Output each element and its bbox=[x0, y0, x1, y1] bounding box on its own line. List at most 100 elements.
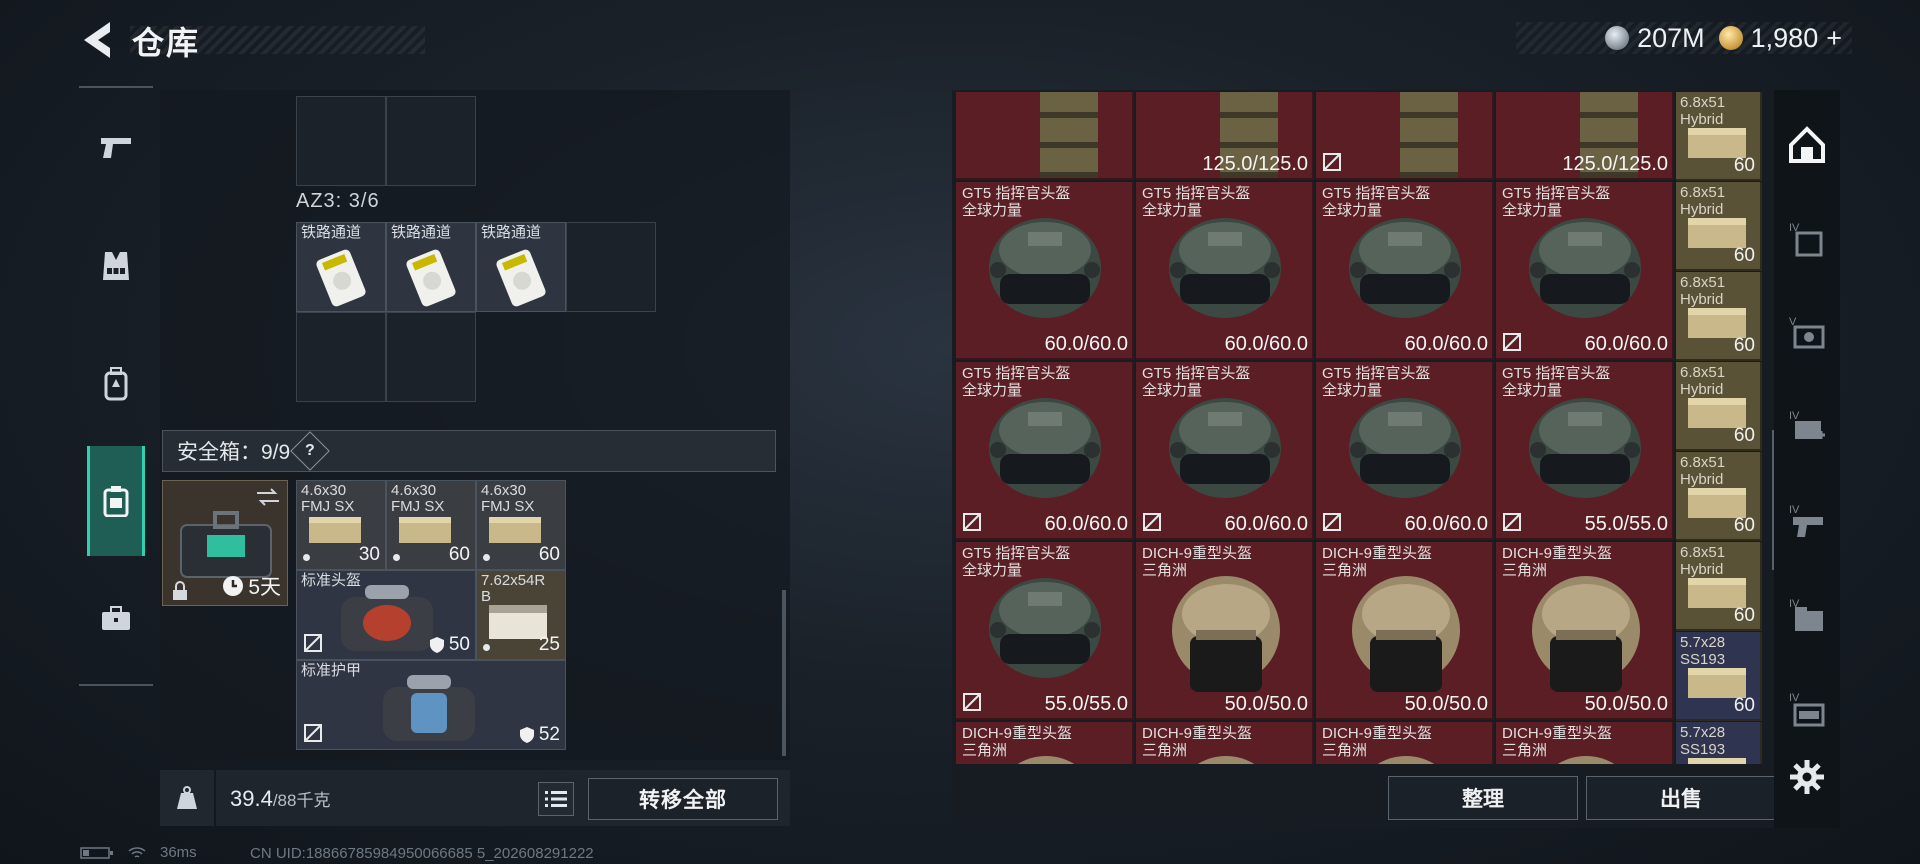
stash-item-gt5-helmet[interactable]: GT5 指挥官头盔 全球力量 60.0/60.0 bbox=[1316, 182, 1494, 360]
stash-item-gt5-helmet[interactable]: GT5 指挥官头盔 全球力量 60.0/60.0 bbox=[1316, 362, 1494, 540]
stash-item-gt5-helmet[interactable]: GT5 指挥官头盔 全球力量 55.0/55.0 bbox=[956, 542, 1134, 720]
nav-safebox[interactable] bbox=[87, 446, 145, 556]
empty-slot[interactable] bbox=[386, 312, 476, 402]
empty-slot[interactable] bbox=[296, 312, 386, 402]
transfer-all-button[interactable]: 转移全部 bbox=[588, 778, 778, 820]
stash-item-plate-carrier[interactable]: 125.0/125.0 bbox=[1136, 92, 1314, 180]
swap-icon[interactable] bbox=[255, 487, 281, 507]
tier-iv-medkit-icon: IV bbox=[1789, 410, 1825, 439]
item-ammo-4.6x30[interactable]: 4.6x30 FMJ SX 60 bbox=[386, 480, 476, 570]
silver-coin-icon bbox=[1605, 26, 1630, 50]
nav-weapon[interactable] bbox=[85, 116, 147, 180]
gear-icon bbox=[1790, 760, 1824, 794]
item-durability: 50.0/50.0 bbox=[1404, 693, 1488, 715]
nav-backpack[interactable] bbox=[85, 352, 147, 416]
helmet-bag-icon bbox=[341, 585, 433, 651]
stash-item-plate-carrier[interactable]: 125.0/125.0 bbox=[1496, 92, 1674, 180]
stash-item-plate-carrier[interactable] bbox=[956, 92, 1134, 180]
tier-iv-gun-icon: IV bbox=[1789, 504, 1823, 537]
item-railway-pass[interactable]: 铁路通道 bbox=[296, 222, 386, 312]
stash-item-gt5-helmet[interactable]: GT5 指挥官头盔 全球力量 60.0/60.0 bbox=[1136, 362, 1314, 540]
item-name: GT5 指挥官头盔 全球力量 bbox=[1322, 185, 1431, 219]
safebox-item[interactable]: 5天 bbox=[162, 480, 288, 606]
no-repair-icon bbox=[963, 513, 981, 531]
stash-item-gt5-helmet[interactable]: GT5 指挥官头盔 全球力量 55.0/55.0 bbox=[1496, 362, 1674, 540]
stash-item-ammo[interactable]: 6.8x51 Hybrid 60 bbox=[1676, 92, 1762, 181]
item-ammo-4.6x30[interactable]: 4.6x30 FMJ SX 60 bbox=[476, 480, 566, 570]
item-railway-pass[interactable]: 铁路通道 bbox=[476, 222, 566, 312]
stash-item-dich9-helmet[interactable]: DICH-9重型头盔 三角洲 bbox=[1496, 722, 1674, 764]
stash-item-ammo[interactable]: 5.7x28 SS193 bbox=[1676, 722, 1762, 764]
keycard-icon bbox=[406, 249, 456, 307]
back-button[interactable] bbox=[80, 20, 114, 60]
item-count: 60 bbox=[1733, 695, 1755, 716]
item-railway-pass[interactable]: 铁路通道 bbox=[386, 222, 476, 312]
help-icon[interactable]: ? bbox=[290, 431, 331, 471]
list-view-button[interactable] bbox=[538, 782, 574, 816]
stash-tab-tier-iv-plus[interactable]: IV bbox=[1782, 402, 1832, 452]
item-ammo-4.6x30[interactable]: 4.6x30 FMJ SX 30 bbox=[296, 480, 386, 570]
stash-tab-tier-iv-d[interactable]: IV bbox=[1782, 684, 1832, 734]
item-name: DICH-9重型头盔 三角洲 bbox=[1502, 725, 1613, 759]
item-name: 6.8x51 Hybrid bbox=[1680, 364, 1726, 398]
list-icon bbox=[545, 791, 567, 807]
stash-item-dich9-helmet[interactable]: DICH-9重型头盔 三角洲 50.0/50.0 bbox=[1316, 542, 1494, 720]
empty-slot[interactable] bbox=[386, 96, 476, 186]
nav-divider bbox=[79, 684, 153, 686]
stash-item-gt5-helmet[interactable]: GT5 指挥官头盔 全球力量 60.0/60.0 bbox=[1496, 182, 1674, 360]
item-durability: 50.0/50.0 bbox=[1584, 693, 1668, 715]
item-name: GT5 指挥官头盔 全球力量 bbox=[1322, 365, 1431, 399]
stash-tab-home[interactable] bbox=[1782, 120, 1832, 170]
stash-item-ammo[interactable]: 6.8x51 Hybrid 60 bbox=[1676, 272, 1762, 361]
silver-currency: 207M bbox=[1605, 23, 1705, 54]
back-arrow-icon bbox=[84, 22, 110, 58]
stash-item-dich9-helmet[interactable]: DICH-9重型头盔 三角洲 bbox=[956, 722, 1134, 764]
stash-tab-tier-v[interactable]: V bbox=[1782, 308, 1832, 358]
briefcase-icon bbox=[102, 606, 130, 630]
item-name: 铁路通道 bbox=[391, 224, 452, 241]
item-standard-helmet[interactable]: 标准头盔 50 bbox=[296, 570, 476, 660]
stash-item-dich9-helmet[interactable]: DICH-9重型头盔 三角洲 bbox=[1316, 722, 1494, 764]
settings-button[interactable] bbox=[1782, 752, 1832, 802]
empty-slot[interactable] bbox=[566, 222, 656, 312]
item-count: 60 bbox=[538, 544, 560, 565]
stash-item-ammo[interactable]: 6.8x51 Hybrid 60 bbox=[1676, 362, 1762, 451]
stash-item-dich9-helmet[interactable]: DICH-9重型头盔 三角洲 bbox=[1136, 722, 1314, 764]
stash-item-ammo[interactable]: 5.7x28 SS193 60 bbox=[1676, 632, 1762, 721]
nav-case[interactable] bbox=[85, 586, 147, 650]
stash-item-gt5-helmet[interactable]: GT5 指挥官头盔 全球力量 60.0/60.0 bbox=[956, 362, 1134, 540]
safebox-icon bbox=[103, 486, 129, 517]
stash-tab-tier-iv-c[interactable]: IV bbox=[1782, 590, 1832, 640]
stash-item-dich9-helmet[interactable]: DICH-9重型头盔 三角洲 50.0/50.0 bbox=[1496, 542, 1674, 720]
stash-tab-tier-iv-a[interactable]: IV bbox=[1782, 214, 1832, 264]
item-durability: 50 bbox=[429, 634, 470, 656]
stash-item-ammo[interactable]: 6.8x51 Hybrid 60 bbox=[1676, 542, 1762, 631]
item-name: GT5 指挥官头盔 全球力量 bbox=[962, 365, 1071, 399]
backpack-icon bbox=[104, 367, 128, 401]
dich9-helmet-icon bbox=[1172, 576, 1280, 692]
item-count: 60 bbox=[1733, 515, 1755, 536]
item-standard-armor[interactable]: 标准护甲 52 bbox=[296, 660, 566, 750]
stash-item-ammo[interactable]: 6.8x51 Hybrid 60 bbox=[1676, 452, 1762, 541]
empty-slot[interactable] bbox=[296, 96, 386, 186]
keycard-icon bbox=[496, 249, 546, 307]
nav-vest[interactable] bbox=[85, 234, 147, 298]
stash-tab-tier-iv-b[interactable]: IV bbox=[1782, 496, 1832, 546]
gold-currency[interactable]: 1,980 + bbox=[1718, 23, 1842, 54]
stash-item-ammo[interactable]: 6.8x51 Hybrid 60 bbox=[1676, 182, 1762, 271]
stash-item-gt5-helmet[interactable]: GT5 指挥官头盔 全球力量 60.0/60.0 bbox=[956, 182, 1134, 360]
item-ammo-7.62x54r[interactable]: 7.62x54R B 25 bbox=[476, 570, 566, 660]
battery-icon bbox=[80, 846, 113, 859]
stash-item-plate-carrier[interactable] bbox=[1316, 92, 1494, 180]
stash-item-dich9-helmet[interactable]: DICH-9重型头盔 三角洲 50.0/50.0 bbox=[1136, 542, 1314, 720]
inventory-scrollbar[interactable] bbox=[782, 590, 786, 756]
stash-item-gt5-helmet[interactable]: GT5 指挥官头盔 全球力量 60.0/60.0 bbox=[1136, 182, 1314, 360]
item-durability: 55.0/55.0 bbox=[1044, 693, 1128, 715]
add-gold-icon[interactable]: + bbox=[1826, 23, 1842, 54]
safebox-duration: 5天 bbox=[222, 571, 281, 601]
rarity-dot bbox=[483, 644, 490, 651]
sort-button[interactable]: 整理 bbox=[1388, 776, 1578, 820]
item-name: 标准护甲 bbox=[301, 662, 362, 679]
sell-button[interactable]: 出售 bbox=[1586, 776, 1776, 820]
item-durability: 52 bbox=[519, 724, 560, 746]
